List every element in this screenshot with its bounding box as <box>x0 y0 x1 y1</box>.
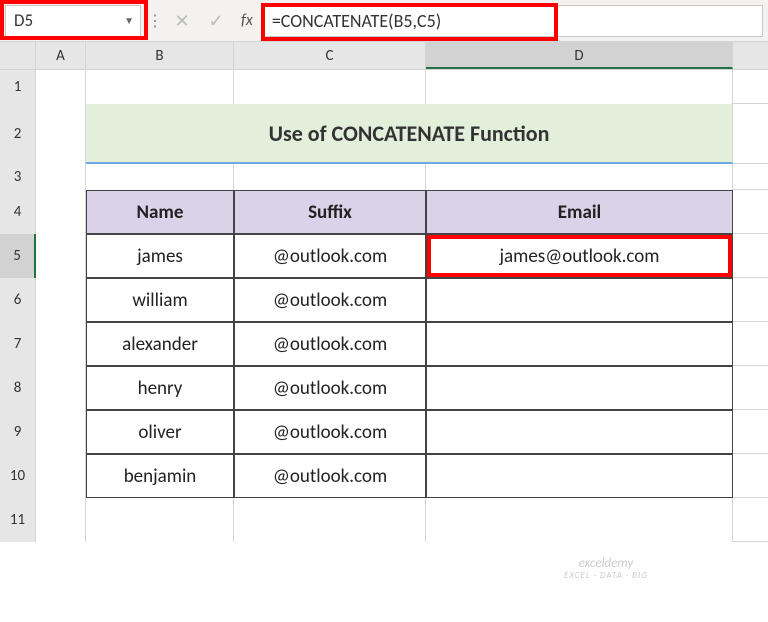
cell-B9[interactable]: oliver <box>86 410 234 454</box>
fx-label[interactable]: fx <box>241 11 253 30</box>
cell-C1[interactable] <box>234 70 426 104</box>
spreadsheet: A B C D 1 2 Use of CONCATENATE Function … <box>0 42 768 542</box>
cell-D8[interactable] <box>426 366 733 410</box>
row-8: 8 henry @outlook.com <box>0 366 768 410</box>
watermark: exceldemy EXCEL · DATA · BIG <box>564 556 648 582</box>
name-box-value: D5 <box>14 10 33 31</box>
cell-B5[interactable]: james <box>86 234 234 278</box>
chevron-down-icon[interactable]: ▼ <box>124 14 134 27</box>
cell-B6[interactable]: william <box>86 278 234 322</box>
cell-D5-value: james@outlook.com <box>500 245 660 268</box>
cell-C3[interactable] <box>234 164 426 190</box>
confirm-icon[interactable]: ✓ <box>199 5 233 37</box>
row-header-2[interactable]: 2 <box>0 104 36 164</box>
cell-D11[interactable] <box>426 498 733 542</box>
watermark-line1: exceldemy <box>564 556 648 572</box>
row-header-5[interactable]: 5 <box>0 234 36 278</box>
cell-A10[interactable] <box>36 454 86 498</box>
watermark-line2: EXCEL · DATA · BIG <box>564 571 648 582</box>
cell-B11[interactable] <box>86 498 234 542</box>
divider-icon: ⋮ <box>145 5 165 37</box>
row-6: 6 william @outlook.com <box>0 278 768 322</box>
header-email[interactable]: Email <box>426 190 733 234</box>
row-11: 11 <box>0 498 768 542</box>
col-header-B[interactable]: B <box>86 42 234 69</box>
row-header-9[interactable]: 9 <box>0 410 36 454</box>
formula-bar: D5 ▼ ⋮ ✕ ✓ fx <box>0 0 768 42</box>
cell-B10[interactable]: benjamin <box>86 454 234 498</box>
row-5: 5 james @outlook.com james@outlook.com <box>0 234 768 278</box>
cell-D5[interactable]: james@outlook.com <box>426 234 733 278</box>
cell-A1[interactable] <box>36 70 86 104</box>
row-header-1[interactable]: 1 <box>0 70 36 104</box>
row-10: 10 benjamin @outlook.com <box>0 454 768 498</box>
cell-D9[interactable] <box>426 410 733 454</box>
header-name[interactable]: Name <box>86 190 234 234</box>
cell-A5[interactable] <box>36 234 86 278</box>
row-header-8[interactable]: 8 <box>0 366 36 410</box>
row-9: 9 oliver @outlook.com <box>0 410 768 454</box>
cell-C6[interactable]: @outlook.com <box>234 278 426 322</box>
row-header-10[interactable]: 10 <box>0 454 36 498</box>
formula-input[interactable] <box>261 5 763 37</box>
cell-A11[interactable] <box>36 498 86 542</box>
row-3: 3 <box>0 164 768 190</box>
cell-D10[interactable] <box>426 454 733 498</box>
row-header-4[interactable]: 4 <box>0 190 36 234</box>
cell-A4[interactable] <box>36 190 86 234</box>
cell-A8[interactable] <box>36 366 86 410</box>
cell-B7[interactable]: alexander <box>86 322 234 366</box>
cell-C8[interactable]: @outlook.com <box>234 366 426 410</box>
row-header-3[interactable]: 3 <box>0 164 36 190</box>
cell-D7[interactable] <box>426 322 733 366</box>
grid: 1 2 Use of CONCATENATE Function 3 4 Name… <box>0 70 768 542</box>
row-header-7[interactable]: 7 <box>0 322 36 366</box>
cell-A9[interactable] <box>36 410 86 454</box>
cell-C7[interactable]: @outlook.com <box>234 322 426 366</box>
col-header-C[interactable]: C <box>234 42 426 69</box>
cell-A2[interactable] <box>36 104 86 164</box>
cell-B3[interactable] <box>86 164 234 190</box>
title-cell[interactable]: Use of CONCATENATE Function <box>86 104 733 164</box>
cell-A6[interactable] <box>36 278 86 322</box>
row-7: 7 alexander @outlook.com <box>0 322 768 366</box>
cell-D3[interactable] <box>426 164 733 190</box>
cell-B1[interactable] <box>86 70 234 104</box>
cell-D1[interactable] <box>426 70 733 104</box>
cell-C10[interactable]: @outlook.com <box>234 454 426 498</box>
cell-D6[interactable] <box>426 278 733 322</box>
cell-B8[interactable]: henry <box>86 366 234 410</box>
col-header-A[interactable]: A <box>36 42 86 69</box>
cell-A3[interactable] <box>36 164 86 190</box>
cancel-icon[interactable]: ✕ <box>165 5 199 37</box>
header-suffix[interactable]: Suffix <box>234 190 426 234</box>
row-1: 1 <box>0 70 768 104</box>
cell-A7[interactable] <box>36 322 86 366</box>
cell-C5[interactable]: @outlook.com <box>234 234 426 278</box>
col-header-D[interactable]: D <box>426 42 733 69</box>
column-headers: A B C D <box>0 42 768 70</box>
row-4: 4 Name Suffix Email <box>0 190 768 234</box>
row-2: 2 Use of CONCATENATE Function <box>0 104 768 164</box>
select-all-corner[interactable] <box>0 42 36 69</box>
cell-C11[interactable] <box>234 498 426 542</box>
row-header-6[interactable]: 6 <box>0 278 36 322</box>
cell-C9[interactable]: @outlook.com <box>234 410 426 454</box>
name-box[interactable]: D5 ▼ <box>5 5 141 37</box>
row-header-11[interactable]: 11 <box>0 498 36 542</box>
